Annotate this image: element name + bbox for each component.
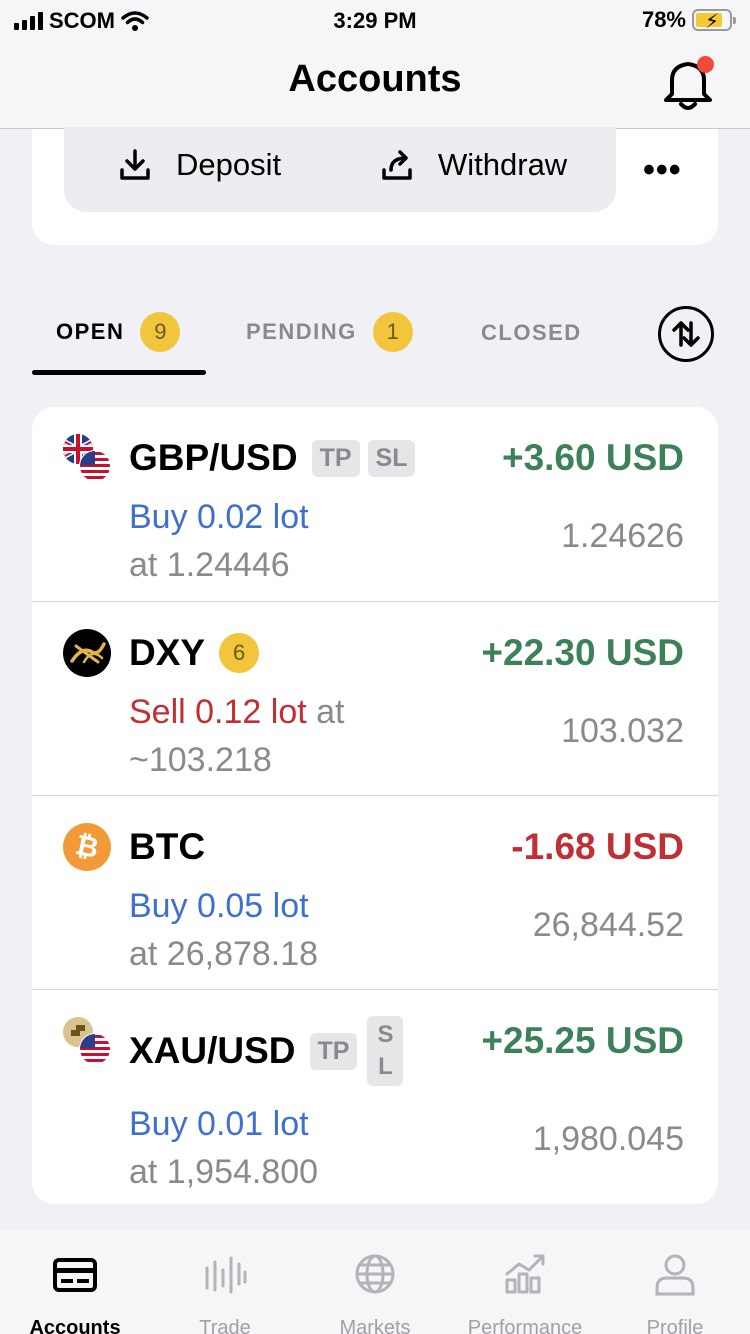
tab-open[interactable]: OPEN 9 <box>56 312 181 352</box>
download-icon <box>120 149 150 180</box>
withdraw-label: Withdraw <box>438 147 568 182</box>
notification-dot <box>697 56 714 73</box>
swap-arrows-icon <box>672 321 700 347</box>
candles-icon <box>205 1256 247 1294</box>
account-actions-card: Deposit Withdraw ••• <box>32 127 718 245</box>
clock: 3:29 PM <box>333 8 417 33</box>
position-row-btc[interactable]: ₿ BTC -1.68 USD Buy 0.05 lot at 26,878.1… <box>32 795 718 989</box>
nav-header: Accounts <box>0 42 750 129</box>
status-right: 78% ⚡ <box>641 7 736 33</box>
position-row-gbpusd[interactable]: GBP/USD TP SL +3.60 USD Buy 0.02 lot at … <box>32 407 718 601</box>
position-row-xauusd[interactable]: XAU/USD TP S L +25.25 USD Buy 0.01 lot a… <box>32 989 718 1204</box>
more-button[interactable]: ••• <box>643 151 682 190</box>
open-price: at 26,878.18 <box>129 935 319 973</box>
open-price: at 1.24446 <box>129 546 290 584</box>
pending-count-badge: 1 <box>372 312 413 352</box>
tab-open-label: OPEN <box>56 319 125 344</box>
instrument-symbol: XAU/USD TP S L <box>129 1016 404 1086</box>
pnl-value: +22.30 USD <box>481 632 684 673</box>
tab-pending-label: PENDING <box>246 319 357 344</box>
battery-icon: ⚡ <box>692 9 736 33</box>
card-icon <box>53 1258 97 1292</box>
tab-accounts[interactable]: Accounts <box>0 1250 150 1334</box>
stop-loss-tag: SL <box>367 439 416 477</box>
instrument-symbol: BTC <box>129 826 205 868</box>
symbol-label: BTC <box>129 826 206 867</box>
positions-list: GBP/USD TP SL +3.60 USD Buy 0.02 lot at … <box>32 407 718 1204</box>
active-tab-indicator <box>32 370 206 375</box>
tab-profile[interactable]: Profile <box>600 1250 750 1334</box>
position-row-dxy[interactable]: DXY 6 +22.30 USD Sell 0.12 lot at ~103.2… <box>32 601 718 795</box>
symbol-label: DXY <box>129 632 206 673</box>
order-side: Sell 0.12 lot <box>129 693 307 731</box>
current-price: 103.032 <box>561 712 684 750</box>
deposit-button[interactable]: Deposit <box>118 147 281 183</box>
action-pill: Deposit Withdraw <box>64 127 616 212</box>
order-detail: Buy 0.01 lot at 1,954.800 <box>129 1100 429 1196</box>
tab-pending[interactable]: PENDING 1 <box>246 312 413 352</box>
positions-tabs: OPEN 9 PENDING 1 CLOSED <box>32 300 718 380</box>
bitcoin-icon: ₿ <box>63 823 111 871</box>
page-title: Accounts <box>288 58 462 100</box>
globe-icon <box>355 1254 395 1294</box>
stop-loss-letter-s: S <box>377 1021 394 1048</box>
count-badge: 6 <box>219 633 260 673</box>
tab-label: Accounts <box>29 1317 121 1334</box>
order-side: Buy 0.01 lot <box>129 1105 309 1143</box>
stop-loss-letter-l: L <box>378 1053 393 1080</box>
order-detail: Sell 0.12 lot at ~103.218 <box>129 688 459 784</box>
gold-usd-icon <box>63 1017 111 1065</box>
tab-closed[interactable]: CLOSED <box>481 320 582 346</box>
person-icon <box>655 1254 695 1296</box>
tab-trade[interactable]: Trade <box>150 1250 300 1334</box>
open-price: ~103.218 <box>129 741 272 779</box>
withdraw-button[interactable]: Withdraw <box>380 147 567 183</box>
tab-closed-label: CLOSED <box>481 320 582 345</box>
symbol-label: GBP/USD <box>129 437 298 478</box>
gbp-usd-flags-icon <box>63 434 111 482</box>
order-detail: Buy 0.05 lot at 26,878.18 <box>129 882 429 978</box>
open-price: at 1,954.800 <box>129 1153 319 1191</box>
tab-label: Profile <box>646 1317 704 1334</box>
current-price: 26,844.52 <box>532 906 684 944</box>
tab-markets[interactable]: Markets <box>300 1250 450 1334</box>
tab-label: Markets <box>339 1317 411 1334</box>
status-bar: SCOM 3:29 PM 78% ⚡ <box>0 0 750 42</box>
tab-label: Trade <box>199 1317 251 1334</box>
instrument-symbol: DXY 6 <box>129 632 260 674</box>
current-price: 1.24626 <box>561 517 684 555</box>
notifications-button[interactable] <box>660 54 716 114</box>
dxy-logo-icon <box>63 629 111 677</box>
order-side: Buy 0.05 lot <box>129 887 309 925</box>
pnl-value: +3.60 USD <box>501 437 684 478</box>
at-label: at <box>306 693 345 731</box>
pnl-value: -1.68 USD <box>511 826 684 867</box>
take-profit-tag: TP <box>311 439 360 477</box>
bottom-tab-bar: Accounts Trade Markets Performance Profi… <box>0 1230 750 1334</box>
current-price: 1,980.045 <box>532 1120 684 1158</box>
battery-percent: 78% <box>641 7 686 32</box>
symbol-label: XAU/USD <box>129 1030 296 1071</box>
order-detail: Buy 0.02 lot at 1.24446 <box>129 493 429 589</box>
take-profit-tag: TP <box>309 1032 358 1070</box>
tab-label: Performance <box>467 1317 583 1334</box>
tab-performance[interactable]: Performance <box>450 1250 600 1334</box>
deposit-label: Deposit <box>176 147 282 182</box>
open-count-badge: 9 <box>140 312 181 352</box>
sort-button[interactable] <box>658 306 714 362</box>
chart-icon <box>505 1254 545 1294</box>
order-side: Buy 0.02 lot <box>129 498 309 536</box>
pnl-value: +25.25 USD <box>481 1020 684 1061</box>
stop-loss-tag: S L <box>367 1016 404 1086</box>
share-out-icon <box>382 150 412 180</box>
instrument-symbol: GBP/USD TP SL <box>129 437 416 479</box>
